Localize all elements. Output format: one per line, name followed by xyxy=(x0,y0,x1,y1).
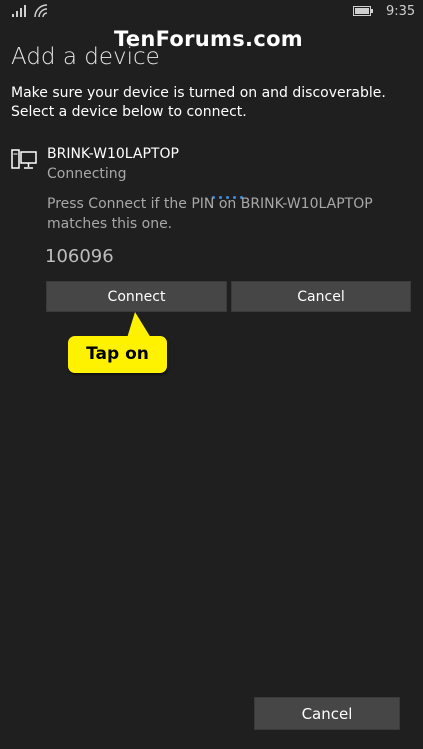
pin-code: 106096 xyxy=(45,246,114,267)
callout-pointer xyxy=(127,312,151,338)
connect-button[interactable]: Connect xyxy=(46,281,227,312)
device-name[interactable]: BRINK-W10LAPTOP xyxy=(47,146,179,162)
tap-on-callout: Tap on xyxy=(68,336,167,373)
signal-bars-icon xyxy=(12,5,26,17)
wifi-icon xyxy=(34,4,48,18)
clock: 9:35 xyxy=(386,4,416,19)
computer-icon xyxy=(11,149,37,169)
progress-dots xyxy=(212,184,247,199)
battery-icon xyxy=(353,6,373,16)
device-status: Connecting xyxy=(47,166,127,182)
page-title: Add a device xyxy=(11,44,160,70)
pin-message: Press Connect if the PIN on BRINK-W10LAP… xyxy=(47,196,373,232)
cancel-button[interactable]: Cancel xyxy=(231,281,411,312)
bottom-cancel-button[interactable]: Cancel xyxy=(254,697,400,730)
status-bar: 9:35 xyxy=(0,0,423,24)
instructions-text: Make sure your device is turned on and d… xyxy=(11,85,386,120)
